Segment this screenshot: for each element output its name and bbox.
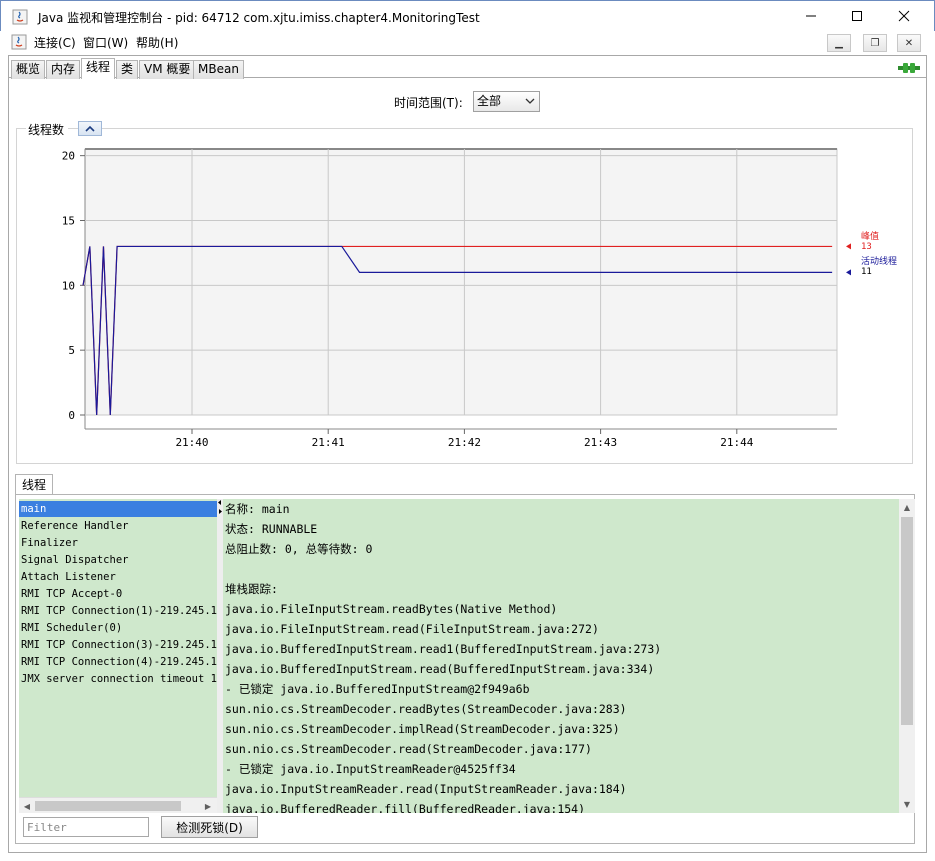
thread-list-item[interactable]: Signal Dispatcher — [19, 552, 217, 568]
thread-list-item[interactable]: Finalizer — [19, 535, 217, 551]
thread-count-chart: 0 5 10 15 20 21:40 21:41 21:42 21:43 21:44 峰值13 活动线… — [62, 148, 897, 449]
detect-deadlock-button[interactable]: 检测死锁(D) — [161, 816, 258, 838]
thread-detail-line: java.io.BufferedInputStream.read1(Buffer… — [225, 642, 662, 656]
thread-list-item[interactable]: RMI TCP Accept-0 — [19, 586, 217, 602]
chevron-down-icon — [525, 98, 535, 104]
legend-value: 13 — [861, 242, 872, 252]
thread-detail: 名称: main 状态: RUNNABLE 总阻止数: 0, 总等待数: 0 堆栈跟踪… — [223, 499, 899, 813]
x-tick-label: 21:40 — [175, 436, 208, 449]
thread-filter-input[interactable] — [23, 817, 149, 837]
thread-list-item[interactable]: JMX server connection timeout 19 — [19, 671, 217, 687]
thread-list-item[interactable]: Reference Handler — [19, 518, 217, 534]
tab-memory[interactable]: 内存 — [46, 60, 81, 79]
minimize-icon: ▁ — [835, 37, 843, 49]
threads-panel: main Reference Handler Finalizer Signal Dis… — [15, 494, 915, 844]
y-tick-label: 10 — [62, 279, 75, 292]
collapse-chart-button[interactable] — [78, 121, 102, 136]
thread-list-item[interactable]: RMI TCP Connection(1)-219.245.186 — [19, 603, 217, 619]
legend-name: 峰值 — [861, 230, 879, 242]
chart-title: 线程数 — [26, 121, 69, 138]
thread-list-item[interactable]: RMI TCP Connection(3)-219.245.186 — [19, 637, 217, 653]
x-tick-label: 21:41 — [312, 436, 345, 449]
frame-restore-button[interactable]: ❐ — [863, 34, 887, 52]
window-title: Java 监视和管理控制台 - pid: 64712 com.xjtu.imis… — [38, 11, 480, 25]
tab-threads[interactable]: 线程 — [81, 58, 116, 79]
y-tick-label: 15 — [62, 214, 75, 227]
thread-detail-line: 名称: main — [225, 502, 290, 516]
menu-window[interactable]: 窗口(W) — [83, 34, 128, 51]
scroll-right-icon[interactable]: ▶ — [201, 799, 215, 813]
series-marker-icon — [846, 243, 851, 250]
frame-close-button[interactable]: ✕ — [897, 34, 921, 52]
scroll-up-icon[interactable]: ▲ — [900, 500, 914, 514]
thread-list: main Reference Handler Finalizer Signal Dis… — [19, 499, 217, 813]
scrollbar-thumb[interactable] — [35, 801, 181, 811]
menu-help[interactable]: 帮助(H) — [136, 34, 178, 51]
thread-list-hscrollbar[interactable]: ◀ ▶ — [19, 797, 217, 813]
x-tick-label: 21:42 — [448, 436, 481, 449]
thread-list-item[interactable]: RMI Scheduler(0) — [19, 620, 217, 636]
legend-value: 11 — [861, 267, 872, 277]
thread-detail-line: - 已锁定 java.io.BufferedInputStream@2f949a… — [225, 682, 530, 696]
close-button[interactable] — [881, 1, 927, 31]
maximize-button[interactable] — [834, 1, 880, 31]
thread-list-item[interactable]: main — [19, 501, 217, 517]
thread-detail-line: sun.nio.cs.StreamDecoder.implRead(Stream… — [225, 722, 620, 736]
thread-detail-line: 状态: RUNNABLE — [225, 522, 318, 536]
connection-frame: 概览 内存 线程 类 VM 概要 MBean 时间范围(T): 全部 0 5 10 1… — [8, 55, 927, 853]
y-tick-label: 5 — [68, 344, 75, 357]
thread-detail-line: java.io.BufferedInputStream.read(Buffere… — [225, 662, 655, 676]
legend-name: 活动线程 — [861, 255, 897, 267]
minimize-button[interactable] — [788, 1, 834, 31]
time-range-value: 全部 — [477, 94, 502, 108]
chevron-up-icon — [85, 125, 95, 132]
thread-detail-line: 总阻止数: 0, 总等待数: 0 — [225, 542, 373, 556]
scroll-down-icon[interactable]: ▼ — [900, 797, 914, 811]
window-title-bar: Java 监视和管理控制台 - pid: 64712 com.xjtu.imis… — [0, 0, 935, 31]
scrollbar-thumb[interactable] — [901, 517, 913, 725]
close-icon: ✕ — [904, 37, 914, 49]
tab-mbean[interactable]: MBean — [193, 60, 244, 79]
series-marker-icon — [846, 269, 851, 276]
frame-minimize-button[interactable]: ▁ — [827, 34, 851, 52]
x-tick-label: 21:44 — [720, 436, 753, 449]
thread-detail-line: sun.nio.cs.StreamDecoder.read(StreamDeco… — [225, 742, 592, 756]
y-tick-label: 20 — [62, 150, 75, 163]
tab-overview[interactable]: 概览 — [11, 60, 46, 79]
thread-detail-line: java.io.InputStreamReader.read(InputStre… — [225, 782, 627, 796]
thread-detail-line: java.io.FileInputStream.readBytes(Native… — [225, 602, 558, 616]
thread-detail-line: sun.nio.cs.StreamDecoder.readBytes(Strea… — [225, 702, 627, 716]
time-range-label: 时间范围(T): — [394, 96, 463, 110]
tab-vm-summary[interactable]: VM 概要 — [139, 60, 196, 79]
y-tick-label: 0 — [68, 409, 75, 422]
thread-detail-line: - 已锁定 java.io.InputStreamReader@4525ff34 — [225, 762, 516, 776]
time-range-select[interactable]: 全部 — [473, 91, 540, 112]
plot-area — [84, 148, 838, 416]
thread-detail-line: 堆栈跟踪: — [225, 582, 278, 596]
maximize-icon — [852, 11, 862, 21]
minimize-icon — [806, 15, 816, 17]
thread-list-item[interactable]: Attach Listener — [19, 569, 217, 585]
threads-subtab[interactable]: 线程 — [15, 474, 54, 495]
thread-list-item[interactable]: RMI TCP Connection(4)-219.245.186 — [19, 654, 217, 670]
x-tick-label: 21:43 — [584, 436, 617, 449]
thread-count-chart-panel: 0 5 10 15 20 21:40 21:41 21:42 21:43 21:44 峰值 13 活动线… — [16, 121, 913, 464]
connection-status-icon — [898, 63, 920, 73]
menu-bar: 连接(C) 窗口(W) 帮助(H) ▁ ❐ ✕ — [8, 31, 927, 53]
menu-connect[interactable]: 连接(C) — [34, 34, 76, 51]
thread-detail-vscrollbar[interactable]: ▲ ▼ — [899, 499, 915, 813]
tab-classes[interactable]: 类 — [116, 60, 139, 79]
close-icon — [898, 10, 910, 22]
scroll-left-icon[interactable]: ◀ — [20, 799, 34, 813]
thread-detail-line: java.io.FileInputStream.read(FileInputSt… — [225, 622, 599, 636]
java-icon[interactable] — [11, 34, 27, 50]
tab-strip: 概览 内存 线程 类 VM 概要 MBean — [9, 58, 926, 79]
java-icon — [12, 9, 28, 25]
restore-icon: ❐ — [870, 37, 880, 49]
thread-detail-line: java.io.BufferedReader.fill(BufferedRead… — [225, 802, 586, 813]
